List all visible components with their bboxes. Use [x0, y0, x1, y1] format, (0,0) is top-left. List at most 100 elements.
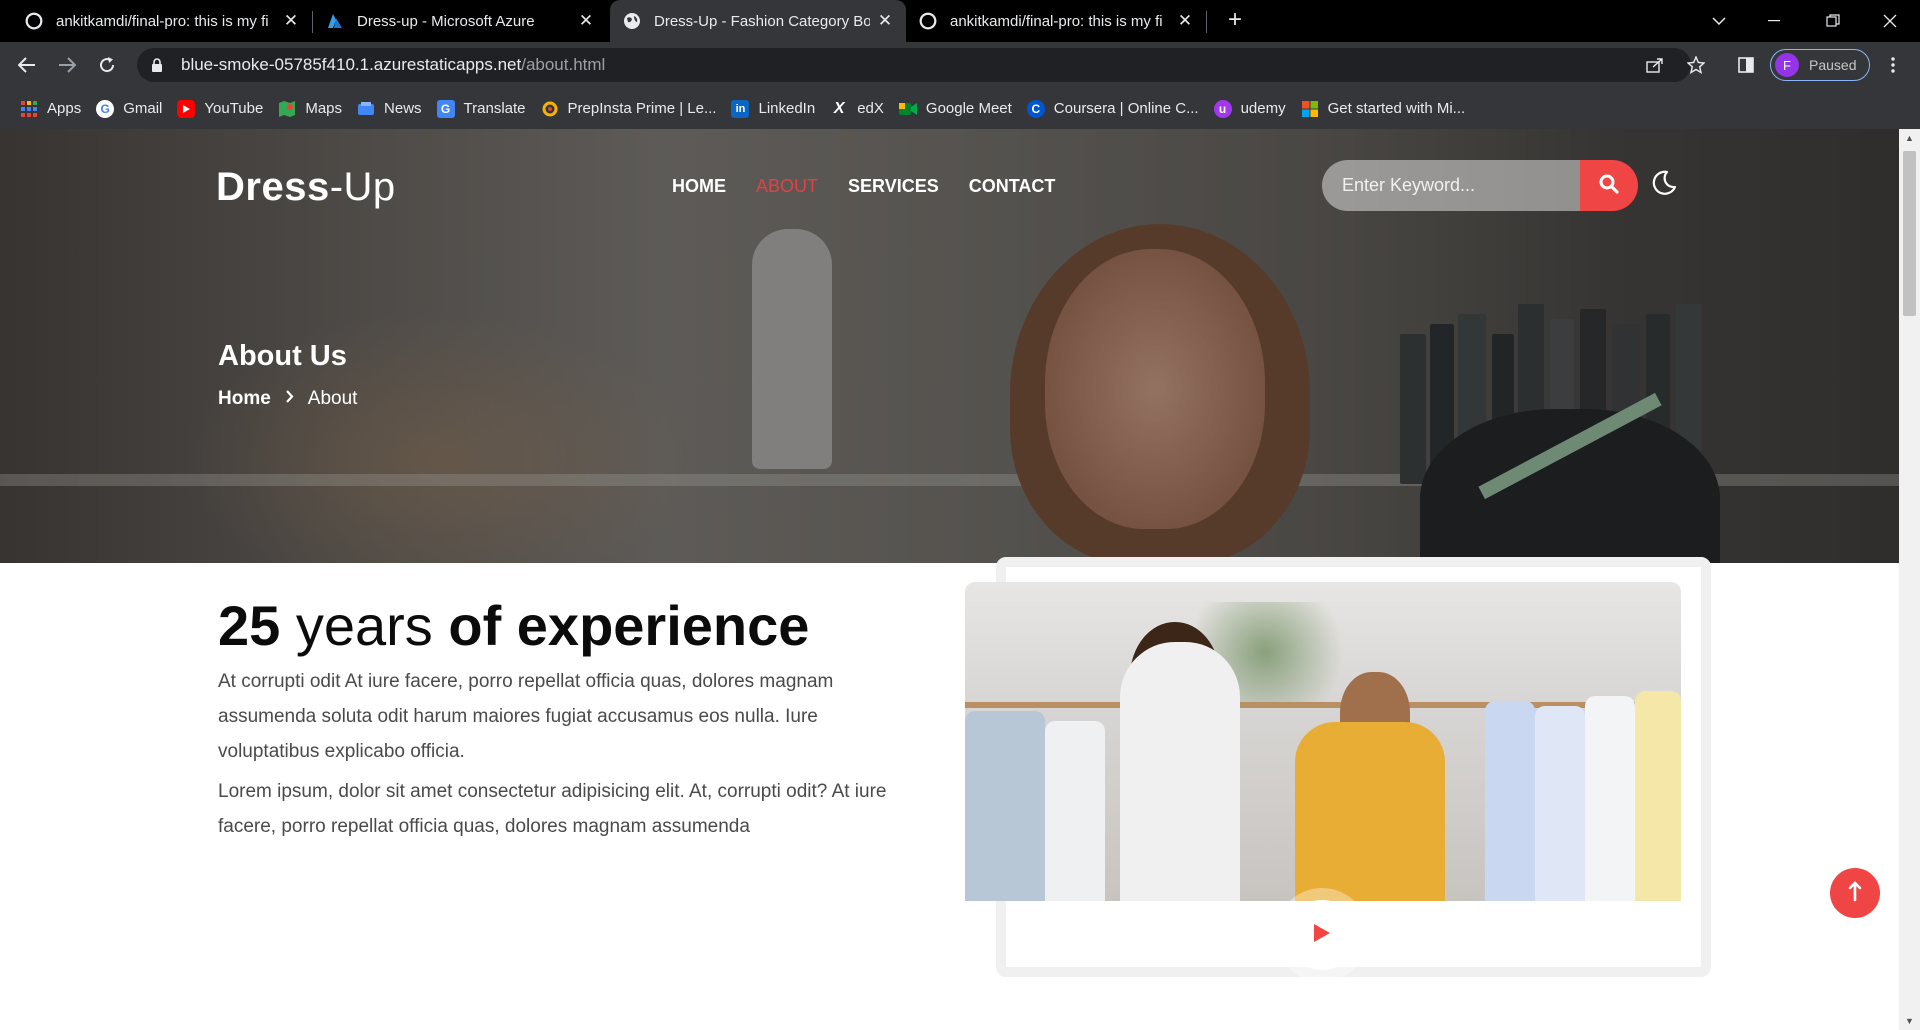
coursera-icon: C — [1026, 99, 1045, 118]
tab-title: ankitkamdi/final-pro: this is my fi — [56, 12, 269, 30]
github-icon — [918, 11, 938, 31]
bookmark-label: Maps — [305, 100, 343, 117]
search-input[interactable] — [1322, 160, 1580, 211]
edx-icon: X — [833, 99, 845, 117]
url-host: blue-smoke-05785f410.1.azurestaticapps.n… — [181, 55, 522, 74]
apps-grid-icon — [20, 100, 38, 118]
breadcrumb-home-link[interactable]: Home — [218, 388, 271, 410]
video-thumbnail[interactable] — [965, 582, 1681, 901]
avatar: F — [1775, 53, 1799, 77]
nav-services[interactable]: SERVICES — [848, 176, 939, 197]
google-icon: G — [96, 99, 115, 118]
bookmark-gmail[interactable]: G Gmail — [96, 99, 162, 118]
bookmark-google-meet[interactable]: Google Meet — [898, 100, 1012, 118]
bookmark-label: Translate — [463, 100, 526, 117]
tab-separator — [1206, 11, 1207, 33]
restore-window-icon[interactable] — [1811, 0, 1855, 42]
logo-light: -Up — [329, 165, 396, 209]
tab-search-chevron-icon[interactable] — [1697, 0, 1741, 42]
bookmark-label: Coursera | Online C... — [1053, 100, 1199, 117]
dark-mode-toggle-moon-icon[interactable] — [1650, 169, 1680, 199]
prepinsta-icon — [541, 100, 559, 118]
reload-icon[interactable] — [92, 50, 122, 80]
bookmark-label: PrepInsta Prime | Le... — [567, 100, 717, 117]
bookmark-youtube[interactable]: YouTube — [177, 99, 264, 118]
play-video-button[interactable] — [1287, 900, 1357, 970]
bookmark-edx[interactable]: X edX — [830, 100, 884, 118]
url-text: blue-smoke-05785f410.1.azurestaticapps.n… — [181, 55, 605, 75]
scroll-up-arrow-icon[interactable]: ▲ — [1899, 133, 1920, 143]
bookmark-star-icon[interactable] — [1685, 54, 1707, 76]
bookmark-news[interactable]: News — [357, 100, 422, 118]
search-button[interactable] — [1580, 160, 1638, 211]
bookmark-translate[interactable]: G Translate — [436, 99, 526, 118]
close-tab-icon[interactable]: ✕ — [876, 11, 894, 31]
new-tab-button[interactable]: + — [1222, 8, 1248, 34]
profile-status: Paused — [1809, 57, 1857, 73]
breadcrumb: Home About — [218, 388, 357, 410]
bookmark-linkedin[interactable]: in LinkedIn — [731, 99, 816, 118]
tab-azure[interactable]: Dress-up - Microsoft Azure ✕ — [313, 0, 607, 42]
tab-title: ankitkamdi/final-pro: this is my fi — [950, 12, 1163, 30]
bookmark-coursera[interactable]: C Coursera | Online C... — [1026, 99, 1199, 118]
globe-icon — [622, 11, 642, 31]
minimize-window-icon[interactable] — [1752, 0, 1796, 42]
page-scrollbar[interactable]: ▲ ▼ — [1899, 129, 1920, 1030]
close-tab-icon[interactable]: ✕ — [282, 11, 300, 31]
thumb-person-1 — [1120, 642, 1240, 901]
main-nav: HOME ABOUT SERVICES CONTACT — [672, 176, 1085, 197]
back-arrow-icon[interactable] — [12, 50, 42, 80]
scrollbar-thumb[interactable] — [1903, 151, 1916, 316]
about-paragraph-2: Lorem ipsum, dolor sit amet consectetur … — [218, 781, 887, 837]
linkedin-icon: in — [731, 99, 750, 118]
chevron-right-icon — [285, 390, 294, 408]
side-panel-icon[interactable] — [1735, 54, 1757, 76]
search-icon — [1599, 174, 1619, 197]
close-tab-icon[interactable]: ✕ — [577, 11, 595, 31]
hero-banner: Dress-Up HOME ABOUT SERVICES CONTACT Abo… — [0, 129, 1899, 563]
bookmark-maps[interactable]: Maps — [278, 100, 342, 118]
tab-title: Dress-Up - Fashion Category Boo — [654, 12, 870, 30]
bookmark-label: Get started with Mi... — [1327, 100, 1466, 117]
close-tab-icon[interactable]: ✕ — [1176, 11, 1194, 31]
bookmark-label: Google Meet — [925, 100, 1012, 117]
browser-toolbar: blue-smoke-05785f410.1.azurestaticapps.n… — [0, 42, 1920, 88]
bookmark-prepinsta[interactable]: PrepInsta Prime | Le... — [541, 100, 717, 118]
tab-github-1[interactable]: ankitkamdi/final-pro: this is my fi ✕ — [12, 0, 312, 42]
maps-icon — [278, 100, 296, 118]
news-icon — [357, 100, 375, 118]
bookmark-label: News — [384, 100, 422, 117]
bookmark-label: YouTube — [204, 100, 264, 117]
nav-home[interactable]: HOME — [672, 176, 726, 197]
logo-bold: Dress — [216, 165, 330, 209]
bookmark-microsoft[interactable]: Get started with Mi... — [1301, 100, 1466, 118]
nav-about[interactable]: ABOUT — [756, 176, 818, 197]
nav-contact[interactable]: CONTACT — [969, 176, 1056, 197]
forward-arrow-icon[interactable] — [52, 50, 82, 80]
youtube-icon — [177, 99, 196, 118]
share-icon[interactable] — [1644, 54, 1666, 76]
menu-kebab-icon[interactable] — [1882, 54, 1904, 76]
tab-dressup-active[interactable]: Dress-Up - Fashion Category Boo ✕ — [610, 0, 906, 42]
translate-icon: G — [436, 99, 455, 118]
address-bar[interactable]: blue-smoke-05785f410.1.azurestaticapps.n… — [137, 48, 1691, 82]
github-icon — [24, 11, 44, 31]
tab-strip: ankitkamdi/final-pro: this is my fi ✕ Dr… — [0, 0, 1920, 42]
bookmark-label: edX — [857, 100, 884, 117]
close-window-icon[interactable] — [1868, 0, 1912, 42]
bookmark-label: Apps — [47, 100, 82, 117]
lock-icon[interactable] — [151, 58, 165, 72]
bookmark-apps[interactable]: Apps — [20, 100, 81, 118]
site-logo[interactable]: Dress-Up — [216, 165, 396, 210]
azure-icon — [325, 11, 345, 31]
scroll-down-arrow-icon[interactable]: ▼ — [1899, 1016, 1920, 1026]
browser-chrome: ankitkamdi/final-pro: this is my fi ✕ Dr… — [0, 0, 1920, 129]
udemy-icon: u — [1213, 99, 1232, 118]
bookmark-udemy[interactable]: u udemy — [1213, 99, 1286, 118]
back-to-top-button[interactable] — [1830, 868, 1880, 918]
page-title: About Us — [218, 340, 347, 372]
profile-button[interactable]: F Paused — [1770, 49, 1870, 81]
thumb-person-2 — [1295, 722, 1445, 901]
bookmark-label: LinkedIn — [758, 100, 816, 117]
tab-github-2[interactable]: ankitkamdi/final-pro: this is my fi ✕ — [906, 0, 1206, 42]
